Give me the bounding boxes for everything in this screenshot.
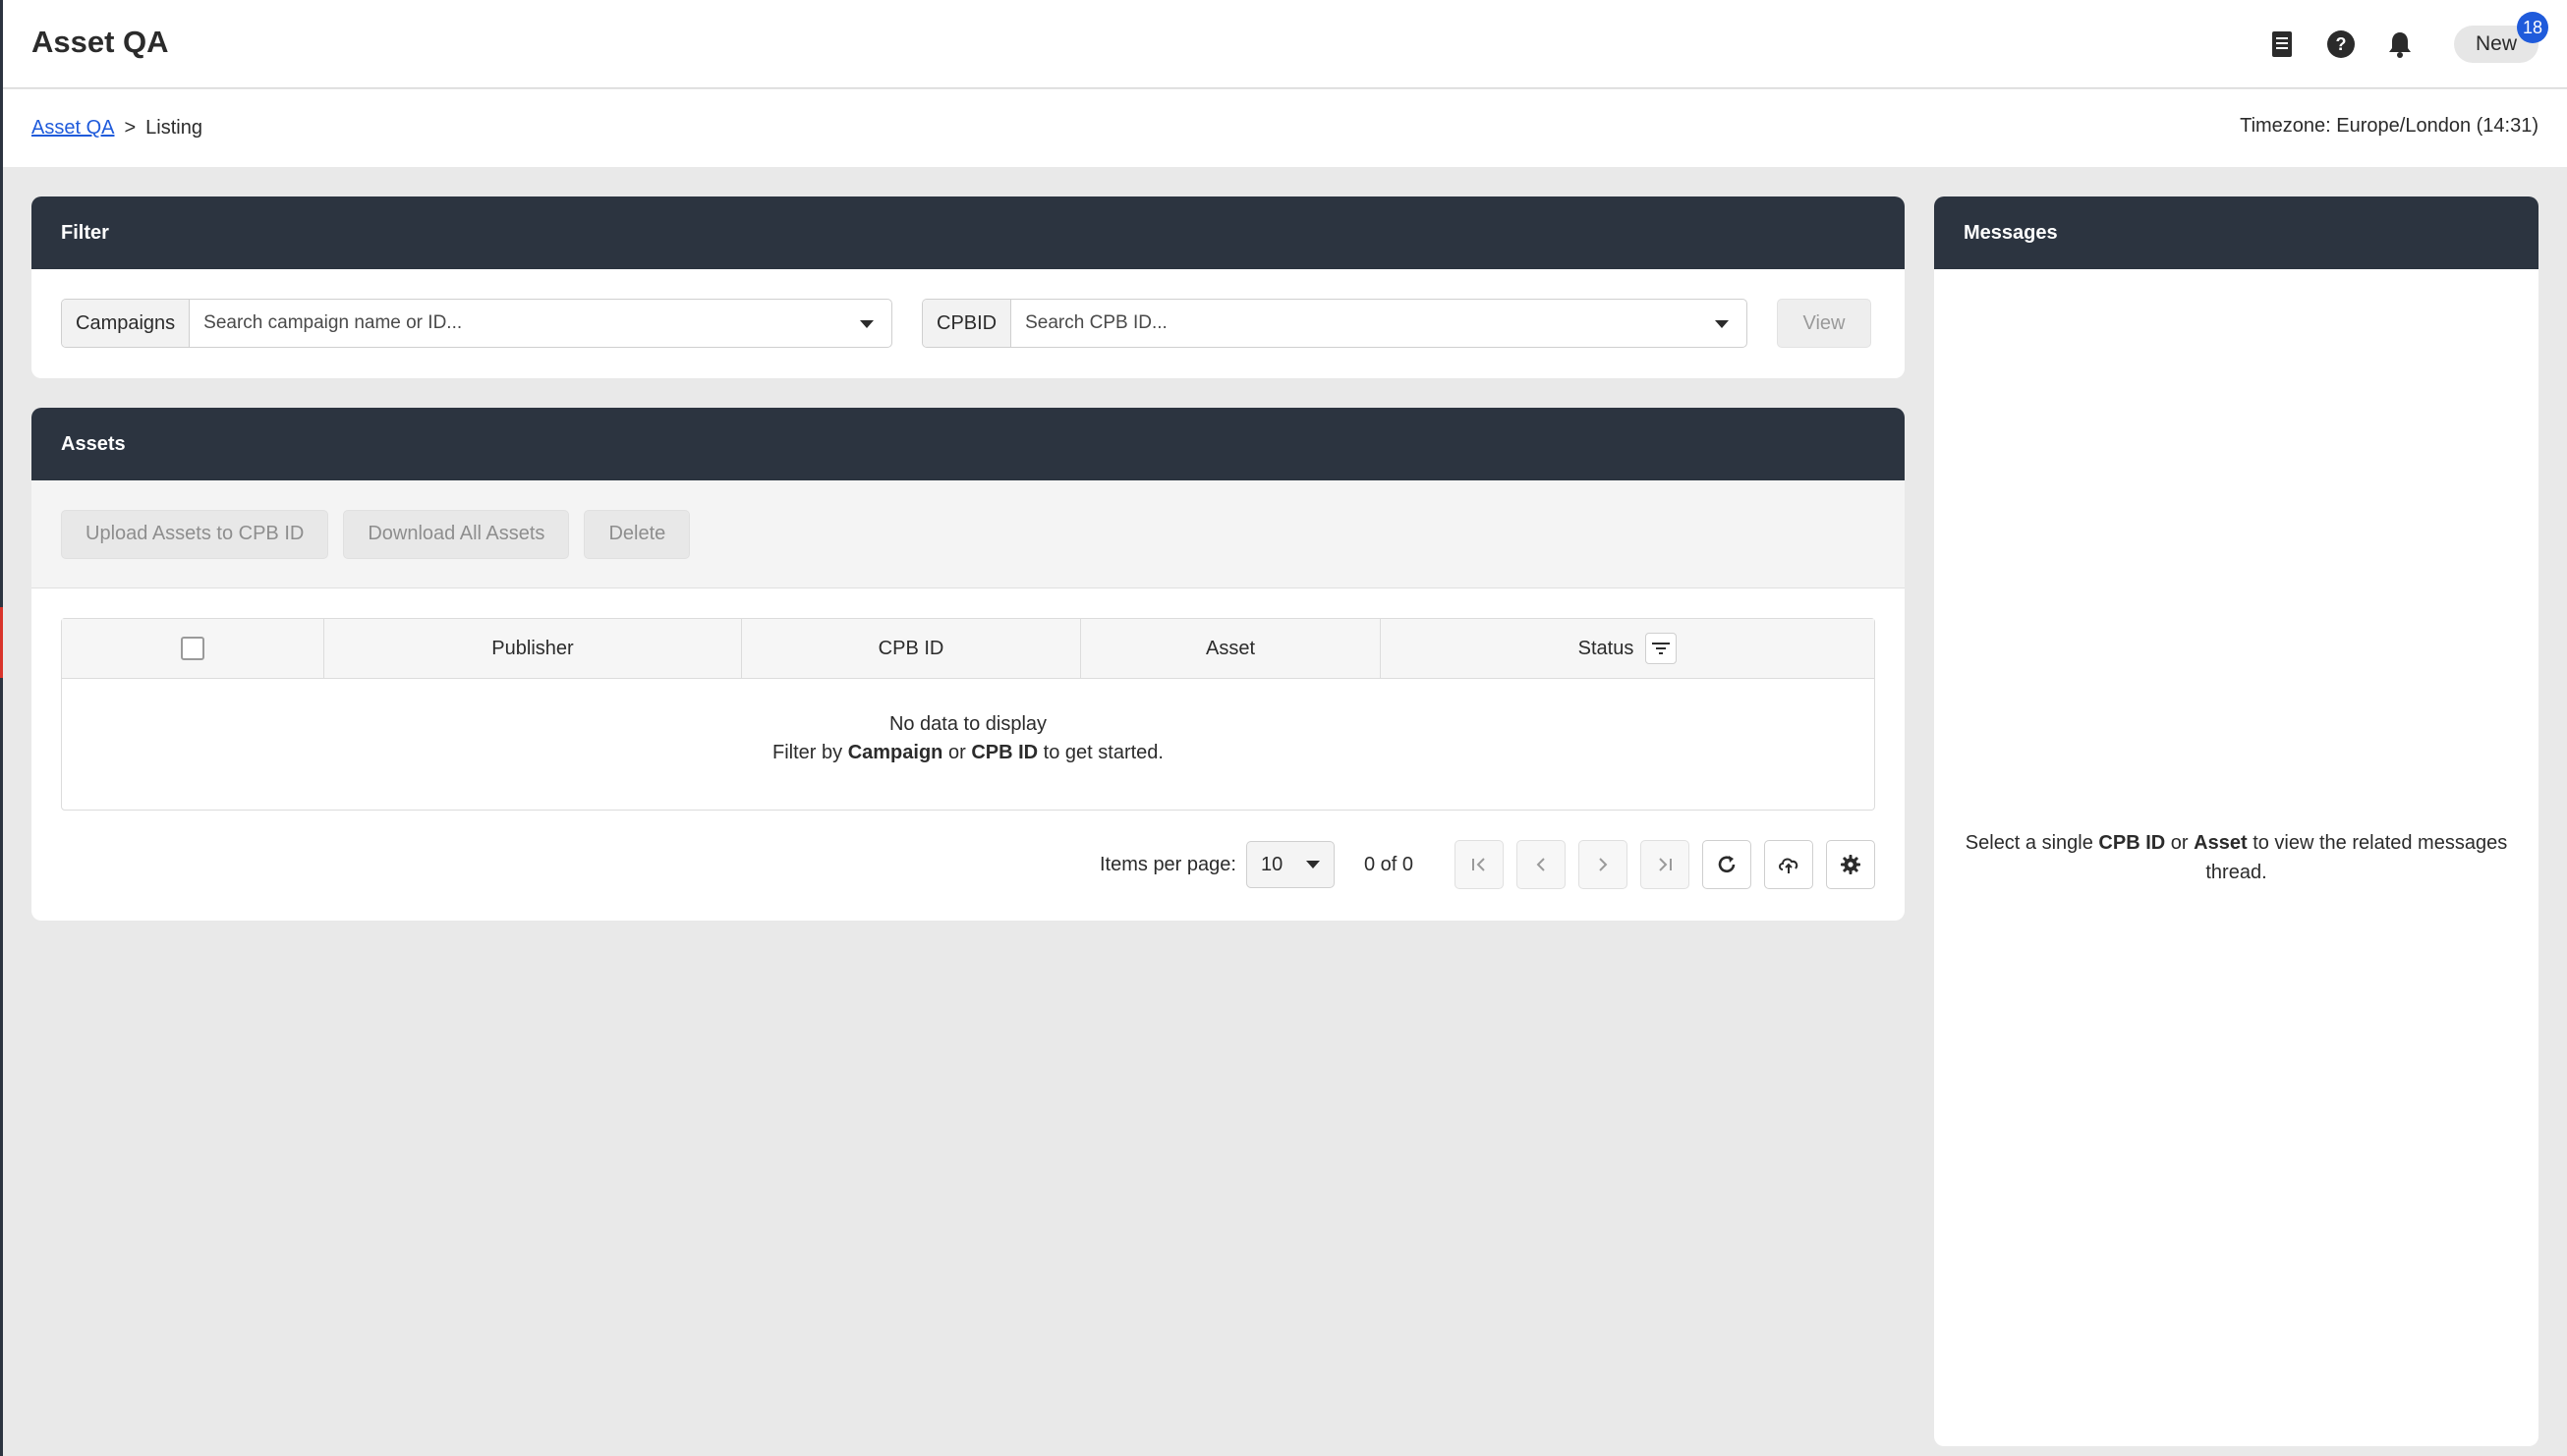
breadcrumb: Asset QA > Listing — [31, 117, 202, 140]
first-page-icon — [1472, 858, 1485, 871]
delete-button[interactable]: Delete — [584, 509, 691, 559]
table-header: Publisher CPB ID Asset Status — [62, 619, 1874, 679]
messages-hint-end: to view the related messages thread. — [2205, 832, 2508, 883]
breadcrumb-current: Listing — [145, 117, 202, 139]
items-per-page-label: Items per page: — [1099, 853, 1236, 875]
assets-toolbar: Upload Assets to CPB ID Download All Ass… — [31, 480, 1905, 588]
sub-bar: Asset QA > Listing Timezone: Europe/Lond… — [3, 89, 2567, 167]
upload-cloud-button[interactable] — [1764, 840, 1813, 889]
last-page-button[interactable] — [1640, 840, 1689, 889]
breadcrumb-separator: > — [124, 117, 137, 139]
column-header-status-label: Status — [1577, 637, 1634, 659]
assets-panel-title: Assets — [31, 408, 1905, 480]
messages-hint-or: or — [2170, 832, 2189, 854]
empty-state: No data to display Filter by Campaign or… — [62, 679, 1874, 767]
upload-assets-button[interactable]: Upload Assets to CPB ID — [61, 509, 329, 559]
empty-state-title: No data to display — [888, 713, 1048, 735]
settings-button[interactable] — [1826, 840, 1875, 889]
download-all-assets-button[interactable]: Download All Assets — [343, 509, 570, 559]
chevron-down-icon[interactable] — [1305, 861, 1320, 868]
new-button[interactable]: New 18 — [2453, 12, 2548, 63]
messages-hint-asset: Asset — [2194, 832, 2248, 854]
app-title: Asset QA — [31, 25, 169, 59]
column-header-cpb-id[interactable]: CPB ID — [742, 619, 1081, 678]
view-button[interactable]: View — [1777, 299, 1871, 348]
chevron-down-icon[interactable] — [1715, 320, 1729, 328]
bell-icon[interactable] — [2383, 28, 2417, 61]
next-page-button[interactable] — [1578, 840, 1627, 889]
last-page-icon — [1659, 858, 1672, 871]
chevron-down-icon[interactable] — [860, 320, 874, 328]
messages-hint-text: Select a single — [1965, 832, 2093, 854]
filter-panel: Filter Campaigns Search campaign name or… — [31, 196, 1905, 378]
svg-text:?: ? — [2335, 34, 2346, 54]
items-per-page-value: 10 — [1260, 853, 1284, 875]
new-label: New — [2475, 32, 2517, 55]
previous-page-button[interactable] — [1516, 840, 1566, 889]
select-all-checkbox[interactable] — [181, 637, 204, 660]
assets-panel: Assets Upload Assets to CPB ID Download … — [31, 408, 1905, 921]
empty-hint-cpb-id: CPB ID — [971, 742, 1039, 763]
notification-badge: 18 — [2517, 12, 2548, 43]
empty-hint-campaign: Campaign — [847, 742, 943, 763]
top-bar: Asset QA ? New 18 — [3, 0, 2567, 88]
campaigns-select[interactable]: Campaigns Search campaign name or ID... — [61, 299, 892, 348]
left-edge-bar — [0, 0, 3, 1456]
help-icon[interactable]: ? — [2324, 28, 2358, 61]
cpbid-label: CPBID — [923, 300, 1012, 347]
empty-hint-text: Filter by — [772, 742, 843, 763]
messages-panel-title: Messages — [1934, 196, 2538, 269]
paginator: Items per page: 10 0 of 0 — [1100, 840, 1875, 889]
first-page-button[interactable] — [1455, 840, 1504, 889]
items-per-page-select[interactable]: 10 — [1245, 841, 1335, 888]
select-all-column — [62, 619, 324, 678]
cpbid-placeholder: Search CPB ID... — [1025, 312, 1168, 333]
document-icon[interactable] — [2265, 28, 2299, 61]
messages-body: Select a single CPB ID or Asset to view … — [1934, 269, 2538, 1446]
filter-icon[interactable] — [1645, 633, 1678, 664]
column-header-status[interactable]: Status — [1381, 619, 1874, 678]
chevron-left-icon — [1536, 858, 1545, 871]
timezone-label: Timezone: Europe/London (14:31) — [2240, 115, 2538, 137]
cpbid-search-input[interactable]: Search CPB ID... — [1011, 300, 1746, 347]
messages-hint-cpb-id: CPB ID — [2098, 832, 2166, 854]
campaigns-label: Campaigns — [62, 300, 191, 347]
cpbid-select[interactable]: CPBID Search CPB ID... — [922, 299, 1747, 348]
page-range-label: 0 of 0 — [1363, 853, 1413, 875]
gear-icon — [1841, 855, 1860, 874]
column-header-publisher[interactable]: Publisher — [324, 619, 742, 678]
empty-hint-end: to get started. — [1043, 742, 1164, 763]
filter-row: Campaigns Search campaign name or ID... … — [61, 299, 1875, 348]
breadcrumb-root-link[interactable]: Asset QA — [31, 117, 114, 140]
left-edge-marker — [0, 607, 3, 678]
empty-hint-or: or — [947, 742, 966, 763]
refresh-icon — [1718, 856, 1736, 873]
campaigns-placeholder: Search campaign name or ID... — [203, 312, 463, 333]
assets-table: Publisher CPB ID Asset Status No data to… — [61, 618, 1875, 811]
chevron-right-icon — [1599, 858, 1608, 871]
campaigns-search-input[interactable]: Search campaign name or ID... — [190, 300, 891, 347]
refresh-button[interactable] — [1702, 840, 1751, 889]
messages-hint: Select a single CPB ID or Asset to view … — [1962, 828, 2512, 887]
cloud-upload-icon — [1779, 858, 1798, 873]
top-icons: ? New 18 — [2265, 12, 2548, 67]
empty-state-hint: Filter by Campaign or CPB ID to get star… — [62, 739, 1874, 767]
messages-panel: Messages Select a single CPB ID or Asset… — [1934, 196, 2538, 1446]
filter-panel-title: Filter — [31, 196, 1905, 269]
column-header-asset[interactable]: Asset — [1081, 619, 1381, 678]
